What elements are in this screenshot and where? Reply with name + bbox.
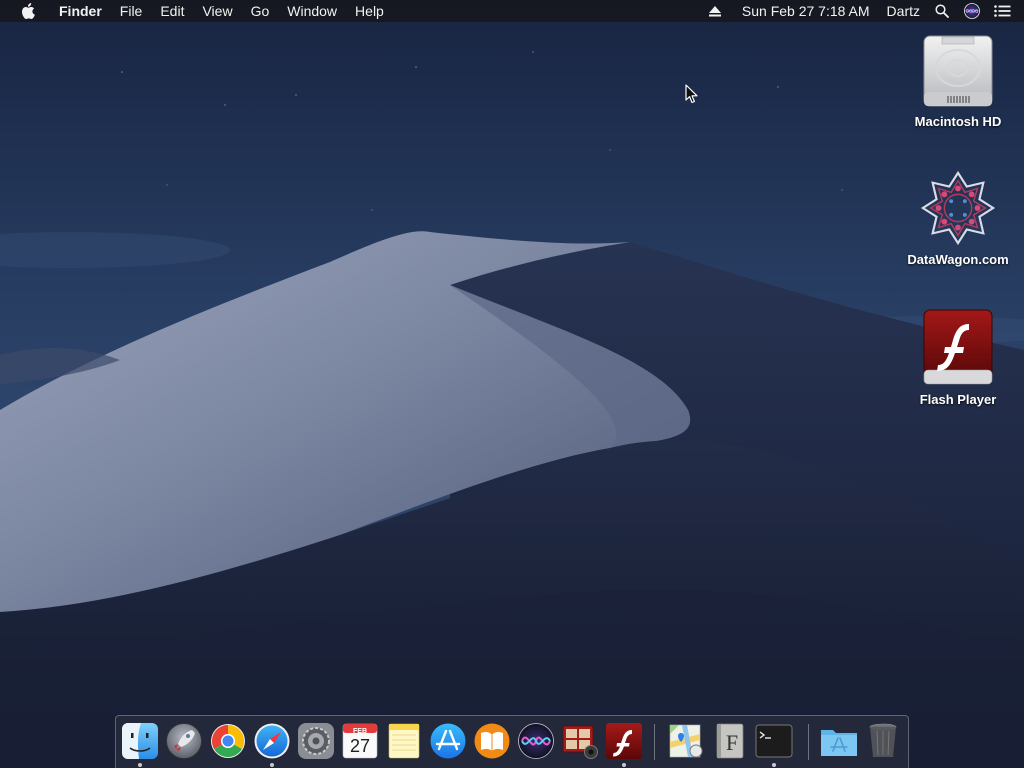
dock-app-terminal[interactable]	[754, 721, 794, 761]
dock-separator	[654, 724, 655, 760]
datawagon-icon	[918, 168, 998, 248]
font-book-icon: F	[716, 723, 744, 759]
dock-app-calendar[interactable]: FEB 27	[340, 721, 380, 761]
books-icon	[474, 723, 510, 759]
dock-running-indicator	[772, 763, 776, 767]
flash-player-icon	[606, 723, 642, 759]
desktop-icon-macintosh-hd[interactable]: Macintosh HD	[898, 30, 1018, 129]
dock-app-font-book[interactable]: F	[710, 721, 750, 761]
menu-bar-left: Finder File Edit View Go Window Help	[0, 0, 393, 22]
menu-view[interactable]: View	[193, 0, 241, 22]
dock-trash[interactable]	[863, 721, 903, 761]
calendar-day: 27	[349, 736, 371, 756]
dock-app-app-store[interactable]	[428, 721, 468, 761]
trash-icon	[869, 723, 897, 757]
dock-applications-folder[interactable]	[819, 721, 859, 761]
dock-app-chrome[interactable]	[208, 721, 248, 761]
dock-app-finder[interactable]	[120, 721, 160, 761]
spotlight-search-icon[interactable]	[932, 0, 952, 22]
menu-bar-status-area: Sun Feb 27 7:18 AM Dartz	[700, 0, 1024, 22]
menu-window[interactable]: Window	[278, 0, 346, 22]
dock-app-launchpad[interactable]	[164, 721, 204, 761]
siri-icon	[518, 723, 554, 759]
safari-icon	[254, 723, 290, 759]
finder-icon	[122, 723, 158, 759]
apple-logo-icon[interactable]	[19, 2, 37, 20]
chrome-icon	[211, 724, 245, 758]
dock-running-indicator	[270, 763, 274, 767]
calendar-month: FEB	[353, 728, 367, 735]
desktop-icon-flash-player[interactable]: Flash Player	[898, 308, 1018, 407]
desktop-icon-datawagon[interactable]: DataWagon.com	[898, 168, 1018, 267]
system-preferences-icon	[298, 723, 334, 759]
menu-bar: Finder File Edit View Go Window Help Sun…	[0, 0, 1024, 22]
dock: FEB 27 F	[115, 715, 909, 768]
menu-file[interactable]: File	[111, 0, 152, 22]
dock-app-photo-booth[interactable]	[560, 721, 600, 761]
svg-text:F: F	[726, 730, 738, 755]
hard-drive-icon	[918, 30, 998, 110]
menu-app-finder[interactable]: Finder	[51, 0, 111, 22]
dock-running-indicator	[622, 763, 626, 767]
dock-app-books[interactable]	[472, 721, 512, 761]
dock-app-notes[interactable]	[384, 721, 424, 761]
menu-user-name[interactable]: Dartz	[877, 0, 927, 22]
menu-clock[interactable]: Sun Feb 27 7:18 AM	[730, 0, 877, 22]
siri-icon[interactable]	[962, 0, 982, 22]
menu-go[interactable]: Go	[242, 0, 279, 22]
dock-app-system-preferences[interactable]	[296, 721, 336, 761]
dock-separator	[808, 724, 809, 760]
desktop-icon-label: Macintosh HD	[914, 114, 1002, 129]
applications-folder-icon	[821, 730, 857, 756]
dock-running-indicator	[138, 763, 142, 767]
launchpad-icon	[166, 723, 202, 759]
menu-edit[interactable]: Edit	[151, 0, 193, 22]
desktop-icon-label: DataWagon.com	[907, 252, 1009, 267]
notes-icon	[388, 723, 420, 759]
dock-app-safari[interactable]	[252, 721, 292, 761]
dock-app-flash-player[interactable]	[604, 721, 644, 761]
menu-help[interactable]: Help	[346, 0, 393, 22]
app-store-icon	[430, 723, 466, 759]
mouse-cursor-icon	[685, 84, 698, 104]
dock-app-maps[interactable]	[666, 721, 706, 761]
eject-icon[interactable]	[705, 0, 725, 22]
desktop-icon-label: Flash Player	[919, 392, 997, 407]
flash-player-icon	[918, 308, 998, 388]
dock-app-siri[interactable]	[516, 721, 556, 761]
terminal-icon	[755, 724, 793, 758]
notification-center-icon[interactable]	[992, 0, 1012, 22]
desktop-wallpaper	[0, 0, 1024, 768]
maps-icon	[669, 724, 703, 758]
photo-booth-icon	[562, 725, 598, 759]
